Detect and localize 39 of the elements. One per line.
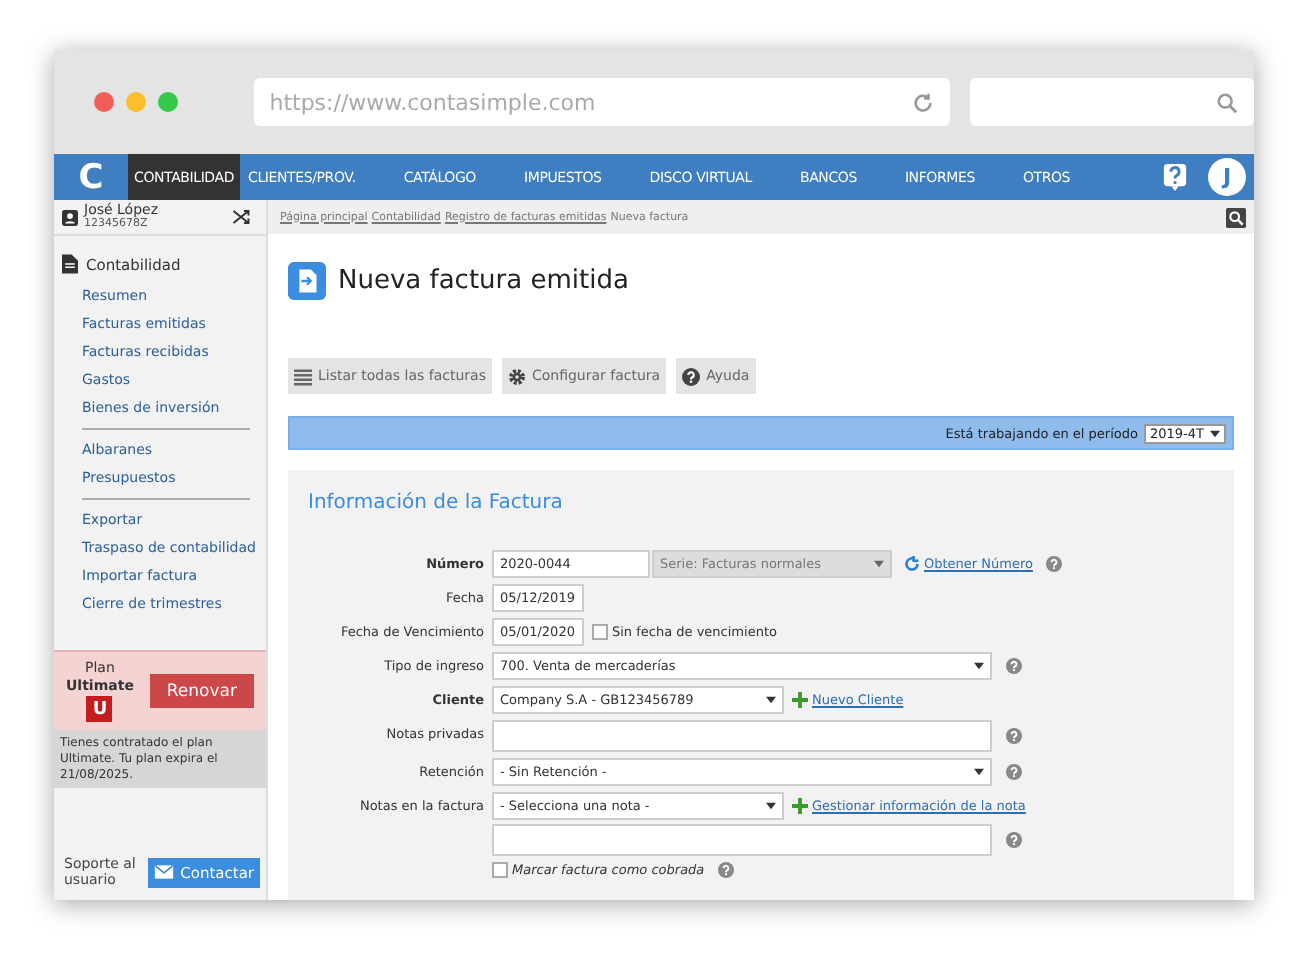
help-icon[interactable] <box>1162 162 1188 192</box>
plan-badge: U <box>86 696 113 722</box>
caret-icon <box>974 768 984 776</box>
app-logo[interactable]: C <box>54 154 128 200</box>
search-icon[interactable] <box>1226 207 1246 227</box>
checkbox[interactable] <box>592 624 608 640</box>
browser-search-field[interactable] <box>970 78 1254 126</box>
document-icon <box>62 254 78 274</box>
caret-icon <box>766 696 776 704</box>
checkbox[interactable] <box>492 862 508 878</box>
minimize-dot-icon[interactable] <box>125 92 146 112</box>
maximize-dot-icon[interactable] <box>157 92 178 112</box>
help-icon[interactable] <box>1006 658 1022 674</box>
user-card-icon <box>62 209 78 225</box>
plus-icon <box>792 692 808 708</box>
text-area[interactable] <box>492 824 992 856</box>
caret-icon <box>766 802 776 810</box>
plus-icon <box>792 798 808 814</box>
help-icon[interactable] <box>718 862 735 878</box>
invoice-icon <box>288 262 326 300</box>
envelope-icon <box>154 864 175 880</box>
refresh-icon <box>904 556 920 572</box>
renew-button[interactable]: Renovar <box>149 674 254 708</box>
help-icon[interactable] <box>1006 728 1022 744</box>
caret-icon <box>874 560 884 568</box>
caret-icon <box>974 662 984 670</box>
user-avatar[interactable]: J <box>1208 158 1246 196</box>
help-icon[interactable] <box>1006 832 1022 848</box>
page-title: Nueva factura emitida <box>338 266 629 296</box>
caret-icon <box>1210 429 1220 437</box>
help-icon <box>682 367 701 385</box>
help-icon[interactable] <box>1046 556 1063 572</box>
gear-icon <box>507 367 526 385</box>
reload-icon[interactable] <box>912 91 935 113</box>
form-title: Información de la Factura <box>308 492 565 514</box>
help-icon[interactable] <box>1006 764 1022 780</box>
close-dot-icon[interactable] <box>94 92 114 112</box>
text-area[interactable] <box>492 720 992 752</box>
list-icon <box>294 367 312 385</box>
